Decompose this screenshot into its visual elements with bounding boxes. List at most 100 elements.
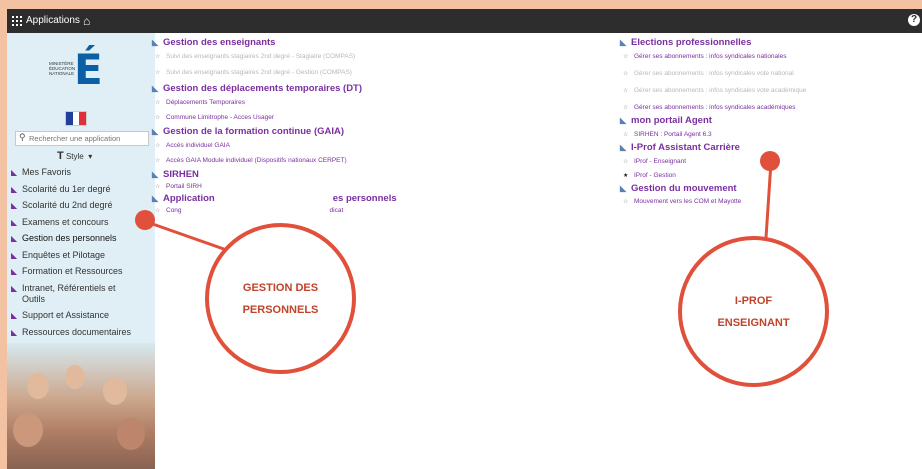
nav-icon: ◣ [11,201,18,210]
left-app-column: ◣ Gestion des enseignants ☆ Suivi des ense… [152,37,572,215]
section-title: ◣ Elections professionnelles [620,37,752,48]
sidebar-item-label: Formation et Ressources [22,266,123,276]
marianne-flag-icon [65,111,87,126]
app-link[interactable]: ☆ Commune Limitrophe - Acces Usager [155,114,572,122]
sidebar-item-label: Scolarité du 1er degré [22,183,111,194]
section-icon: ◣ [152,194,159,203]
app-link[interactable]: ☆ SIRHEN : Portail Agent 6.3 [623,131,920,139]
text-style-icon: T [57,150,64,162]
app-link[interactable]: ☆ Mouvement vers les COM et Mayotte [623,198,920,206]
star-icon[interactable]: ☆ [155,69,160,77]
applications-label[interactable]: Applications [26,15,80,26]
section-icon: ◣ [620,184,627,193]
section-icon: ◣ [152,127,159,136]
star-icon[interactable]: ☆ [623,70,628,78]
app-link[interactable]: ☆ Accès GAIA Module individuel (Dispositi… [155,157,572,165]
section-gestion-enseignants: ◣ Gestion des enseignants ☆ Suivi des ense… [152,37,572,77]
nav-icon: ◣ [11,234,18,243]
section-portail-agent: ◣ mon portail Agent ☆ SIRHEN : Portail Age… [620,115,920,139]
section-deplacements: ◣ Gestion des déplacements temporaires (D… [152,83,572,122]
right-app-column: ◣ Elections professionnelles ☆ Gérer ses a… [620,37,920,206]
sidebar-item-label: Mes Favoris [22,167,72,177]
section-sirhen: ◣ SIRHEN ☆ Portail SIRH [152,169,572,191]
star-filled-icon[interactable]: ★ [623,172,628,180]
star-icon[interactable]: ☆ [155,207,160,215]
section-title: ◣ Gestion des déplacements temporaires (D… [152,83,363,94]
app-link[interactable]: ☆ Portail SIRH [155,183,572,191]
nav-icon: ◣ [11,184,18,194]
sidebar-item-favoris[interactable]: ◣ Mes Favoris [11,167,155,178]
star-icon[interactable]: ☆ [155,99,160,107]
nav-icon: ◣ [11,267,18,276]
sidebar-item-label: Gestion des personnels [22,233,117,243]
star-icon[interactable]: ☆ [623,131,628,139]
app-search-box[interactable]: ⚲ [15,131,149,146]
star-icon[interactable]: ☆ [623,158,628,166]
app-link[interactable]: ☆ Suivi des enseignants stagiaires 2nd de… [155,53,572,61]
section-title: ◣ SIRHEN [152,169,199,180]
section-icon: ◣ [620,38,627,47]
app-link[interactable]: ☆ Accès individuel GAIA [155,142,572,150]
star-icon[interactable]: ☆ [155,183,160,191]
nav-icon: ◣ [11,217,18,227]
sidebar-item-label: Scolarité du 2nd degré [22,200,113,210]
app-link[interactable]: ★ IProf - Gestion [623,172,920,180]
star-icon[interactable]: ☆ [155,53,160,61]
star-icon[interactable]: ☆ [155,157,160,165]
app-link[interactable]: ☆ Gérer ses abonnements : infos syndicale… [623,53,920,61]
marker-dot-left [135,210,155,230]
search-icon: ⚲ [19,132,26,142]
star-icon[interactable]: ☆ [623,104,628,112]
sidebar-item-formation[interactable]: ◣ Formation et Ressources [11,266,155,277]
sidebar-item-scolarite-2nd[interactable]: ◣ Scolarité du 2nd degré [11,200,155,211]
home-icon[interactable]: ⌂ [83,14,90,28]
section-title: ◣ Gestion du mouvement [620,183,737,194]
section-title: ◣ Application es personnels [152,193,397,204]
star-icon[interactable]: ☆ [623,87,628,95]
sidebar-item-intranet[interactable]: ◣ Intranet, Référentiels et Outils [11,283,140,305]
section-title: ◣ Gestion des enseignants [152,37,276,48]
star-icon[interactable]: ☆ [155,142,160,150]
section-icon: ◣ [152,170,159,179]
sidebar-item-scolarite-1er[interactable]: ◣ Scolarité du 1er degré [11,184,155,195]
app-link[interactable]: ☆ Déplacements Temporaires [155,99,572,107]
star-icon[interactable]: ☆ [623,53,628,61]
callout-gestion-personnels: GESTION DES PERSONNELS [205,223,356,374]
ministry-logo: MINISTÈRE ÉDUCATION NATIONALE É [49,45,103,94]
top-bar: Applications ⌂ ? [7,9,922,33]
app-link[interactable]: ☆ Gérer ses abonnements : infos syndicale… [623,104,920,112]
sidebar-item-ressources[interactable]: ◣ Ressources documentaires [11,327,155,338]
sidebar-item-enquetes[interactable]: ◣ Enquêtes et Pilotage [11,250,155,261]
app-link[interactable]: ☆ Suivi des enseignants stagiaires 2nd de… [155,69,572,77]
style-selector[interactable]: T Style ▾ [57,150,92,162]
app-link[interactable]: ☆ Gérer ses abonnements : infos syndicale… [623,87,920,95]
callout-iprof-enseignant: I-PROF ENSEIGNANT [678,236,829,387]
section-applications-personnels: ◣ Application es personnels ☆ Cong dicat [152,193,572,215]
sidebar-item-examens[interactable]: ◣ Examens et concours [11,217,155,228]
sidebar-item-support[interactable]: ◣ Support et Assistance [11,310,155,321]
star-icon[interactable]: ☆ [155,114,160,122]
app-link[interactable]: ☆ Gérer ses abonnements : infos syndicale… [623,70,920,78]
nav-icon: ◣ [11,168,18,177]
section-title: ◣ mon portail Agent [620,115,712,126]
app-link[interactable]: ☆ Cong dicat [155,207,572,215]
sidebar-item-gestion-personnels[interactable]: ◣ Gestion des personnels [11,233,155,244]
sidebar-nav: ◣ Mes Favoris ◣ Scolarité du 1er degré ◣ Sc… [11,167,155,343]
help-icon[interactable]: ? [908,14,920,26]
star-icon[interactable]: ☆ [623,198,628,206]
section-mouvement: ◣ Gestion du mouvement ☆ Mouvement vers le… [620,183,920,206]
classroom-photo [7,343,155,469]
nav-icon: ◣ [11,327,18,337]
app-frame: Applications ⌂ ? MINISTÈRE ÉDUCATION NATIO… [7,9,922,469]
apps-grid-icon[interactable] [12,16,22,26]
sidebar-item-label: Support et Assistance [22,310,110,320]
section-icon: ◣ [620,116,627,125]
nav-icon: ◣ [11,311,18,320]
section-title: ◣ Gestion de la formation continue (GAIA) [152,126,345,137]
marker-dot-right [760,151,780,171]
section-icon: ◣ [152,38,159,47]
section-icon: ◣ [152,84,159,93]
app-search-input[interactable] [29,133,144,143]
sidebar-item-label: Examens et concours [22,216,109,227]
style-label: Style [65,152,84,161]
